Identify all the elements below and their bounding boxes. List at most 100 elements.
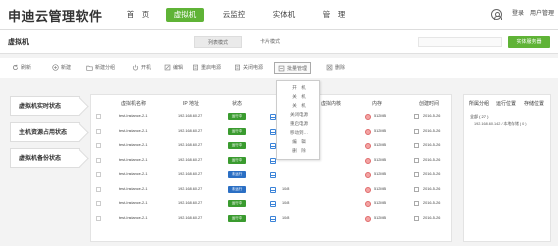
row-checkbox[interactable] — [96, 186, 101, 192]
refresh-button[interactable]: 刷新 — [12, 62, 31, 74]
vm-ip: 192.168.60.27 — [178, 201, 203, 205]
calendar-icon — [414, 114, 419, 119]
edit-icon — [164, 64, 171, 71]
edit-button[interactable]: 编辑 — [164, 62, 183, 74]
memory-icon — [365, 128, 371, 135]
vm-created: 2016-5-26 — [423, 157, 441, 162]
vm-ip: 192.168.60.27 — [178, 172, 203, 176]
group-host-label[interactable]: 192.168.60.142 / 本地存储 ( 0 ) — [474, 122, 527, 127]
ctx-restart-power[interactable]: 重启电源 — [277, 121, 321, 127]
tab-list-mode[interactable]: 列表模式 — [194, 36, 242, 48]
table-row[interactable]: test-Instance-2-1 192.168.60.27 运行中 10/8 512… — [91, 213, 453, 225]
vm-name[interactable]: test-Instance-2-1 — [119, 158, 148, 162]
calendar-icon — [414, 215, 419, 221]
row-checkbox[interactable] — [96, 172, 101, 177]
table-row[interactable]: test-Instance-2-1 192.168.60.27 运行中 512MB 20… — [91, 140, 453, 152]
calendar-icon — [414, 143, 419, 148]
group-all-label[interactable]: 全部 ( 27 ) — [470, 114, 488, 120]
vm-memory: 512MB — [374, 114, 387, 118]
disk-icon — [270, 215, 276, 222]
new-group-label: 新建分组 — [95, 65, 116, 71]
table-row[interactable]: test-Instance-2-1 192.168.60.27 运行中 10/8 512… — [91, 198, 453, 210]
table-row[interactable]: test-Instance-2-1 192.168.60.27 未运行 512MB 20… — [91, 169, 453, 181]
calendar-icon — [414, 201, 419, 206]
delete-icon — [326, 64, 333, 71]
table-row[interactable]: test-Instance-2-1 192.168.60.27 运行中 512MB 20… — [91, 111, 453, 123]
nav-management[interactable]: 管 理 — [314, 8, 354, 22]
vm-created: 2016-5-26 — [423, 215, 441, 220]
nav-home[interactable]: 首 页 — [118, 8, 158, 22]
tab-storage-location[interactable]: 存储位置 — [524, 100, 544, 107]
vm-name[interactable]: test-Instance-2-1 — [119, 201, 148, 205]
ctx-power-off-2[interactable]: 关 机 — [277, 103, 321, 109]
shutdown-icon — [235, 64, 240, 71]
vm-name[interactable]: test-Instance-2-1 — [119, 129, 148, 133]
ctx-edit[interactable]: 编 辑 — [277, 139, 321, 145]
vm-name[interactable]: test-Instance-2-1 — [119, 216, 148, 220]
tab-group[interactable]: 所属分组 — [469, 100, 489, 107]
plus-icon — [52, 64, 59, 71]
tab-run-location[interactable]: 运行位置 — [496, 100, 516, 107]
folder-icon — [86, 65, 93, 71]
col-header-name[interactable]: 虚拟机名称 — [121, 100, 146, 107]
col-header-vcpu[interactable]: 虚拟内核 — [321, 100, 341, 107]
vm-name[interactable]: test-Instance-2-1 — [119, 187, 148, 191]
restart-icon — [193, 64, 198, 71]
vm-ip: 192.168.60.27 — [178, 157, 203, 162]
ctx-power-off[interactable]: 关 机 — [277, 94, 321, 100]
ctx-power-on[interactable]: 开 机 — [277, 85, 321, 91]
left-menu-vm-backup-status[interactable]: 虚拟机备份状态 — [10, 148, 80, 168]
nav-virtual-machine[interactable]: 虚拟机 — [166, 8, 204, 22]
new-group-button[interactable]: 新建分组 — [86, 62, 115, 74]
col-header-memory[interactable]: 内存 — [372, 100, 382, 107]
row-checkbox[interactable] — [96, 143, 101, 148]
row-checkbox[interactable] — [96, 128, 101, 134]
vm-memory: 512MB — [374, 186, 387, 191]
memory-icon — [365, 172, 371, 178]
col-header-ip[interactable]: IP 地址 — [183, 100, 199, 107]
right-panel: 所属分组 运行位置 存储位置 全部 ( 27 ) 192.168.60.142 … — [463, 94, 551, 242]
nav-physical-machine[interactable]: 实体机 — [264, 8, 304, 22]
search-input[interactable] — [418, 37, 502, 47]
login-link[interactable]: 登录 — [512, 8, 524, 17]
col-header-status[interactable]: 状态 — [232, 100, 242, 107]
nav-cloud-monitor[interactable]: 云监控 — [214, 8, 254, 22]
row-checkbox[interactable] — [96, 157, 101, 163]
refresh-label: 刷新 — [21, 65, 32, 71]
search-button[interactable]: 实体服务器 — [508, 36, 550, 48]
delete-button[interactable]: 删除 — [326, 62, 345, 74]
col-header-created[interactable]: 创建时间 — [419, 100, 439, 107]
status-badge: 未运行 — [228, 171, 246, 178]
left-menu-vm-realtime-status[interactable]: 虚拟机实时状态 — [10, 96, 80, 116]
table-row[interactable]: test-Instance-2-1 192.168.60.27 运行中 512MB 20… — [91, 155, 453, 167]
restart-power-button[interactable]: 重启电源 — [192, 62, 221, 74]
ctx-shutdown-power[interactable]: 关闭电源 — [277, 112, 321, 118]
vm-memory: 512MB — [374, 128, 387, 133]
batch-manage-button[interactable]: 批量管理 — [274, 62, 312, 74]
shutdown-power-button[interactable]: 关闭电源 — [234, 62, 263, 74]
toolbar: 刷新 新建 新建分组 开机 编辑 重启电源 关闭电源 批量管理 删除 — [0, 58, 558, 78]
user-management-link[interactable]: 用户管理 — [530, 8, 554, 17]
tab-card-mode[interactable]: 卡片模式 — [246, 36, 294, 48]
power-on-button[interactable]: 开机 — [132, 62, 151, 74]
ctx-move-to[interactable]: 移动到… — [277, 130, 321, 136]
user-avatar-icon[interactable] — [491, 9, 502, 20]
new-button[interactable]: 新建 — [52, 62, 71, 74]
left-menu-host-resource-status[interactable]: 主机资源占用状态 — [10, 122, 80, 142]
memory-icon — [365, 114, 371, 120]
ctx-delete[interactable]: 删 除 — [277, 148, 321, 154]
vm-name[interactable]: test-Instance-2-1 — [119, 172, 148, 176]
edit-label: 编辑 — [173, 65, 184, 71]
table-row[interactable]: test-Instance-2-1 192.168.60.27 运行中 512MB 20… — [91, 126, 453, 138]
batch-icon — [278, 65, 285, 72]
row-checkbox[interactable] — [96, 201, 101, 206]
table-row[interactable]: test-Instance-2-1 192.168.60.27 未运行 10/8 512… — [91, 184, 453, 196]
vm-table: 虚拟机名称 IP 地址 状态 虚拟内核 内存 创建时间 test-Instanc… — [90, 94, 452, 242]
row-checkbox[interactable] — [96, 114, 101, 119]
vm-name[interactable]: test-Instance-2-1 — [119, 114, 148, 118]
vm-name[interactable]: test-Instance-2-1 — [119, 143, 148, 147]
calendar-icon — [414, 157, 419, 163]
row-checkbox[interactable] — [96, 215, 101, 221]
memory-icon — [365, 157, 371, 164]
status-badge: 运行中 — [228, 200, 246, 207]
